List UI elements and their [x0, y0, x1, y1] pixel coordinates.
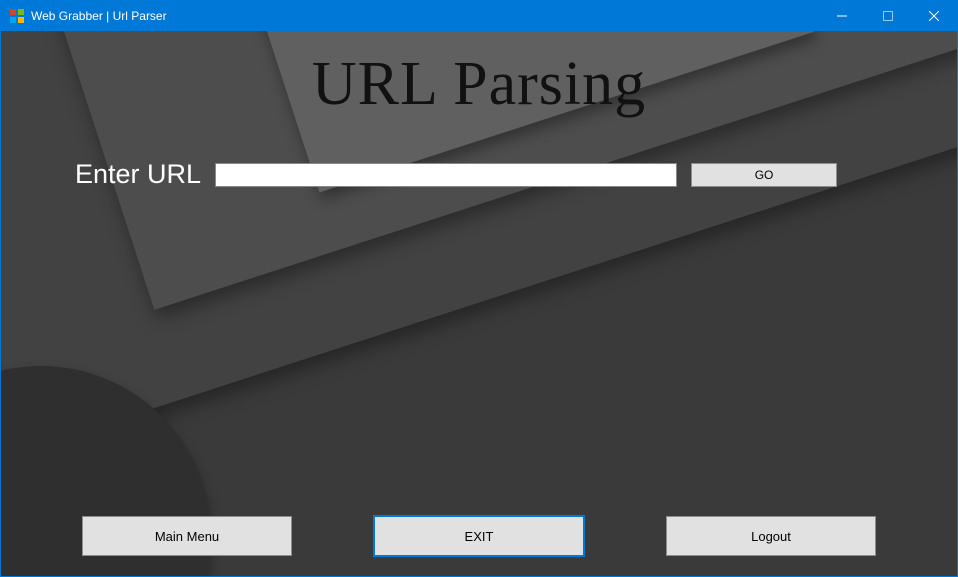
main-menu-button[interactable]: Main Menu: [82, 516, 292, 556]
url-label: Enter URL: [75, 159, 201, 190]
exit-button[interactable]: EXIT: [374, 516, 584, 556]
window-title: Web Grabber | Url Parser: [31, 9, 167, 23]
app-icon: [9, 8, 25, 24]
minimize-button[interactable]: [819, 1, 865, 31]
url-row: Enter URL GO: [75, 159, 837, 190]
titlebar: Web Grabber | Url Parser: [1, 1, 957, 31]
url-input[interactable]: [215, 163, 677, 187]
logout-button[interactable]: Logout: [666, 516, 876, 556]
go-button[interactable]: GO: [691, 163, 837, 187]
page-heading: URL Parsing: [1, 49, 957, 120]
maximize-button[interactable]: [865, 1, 911, 31]
close-button[interactable]: [911, 1, 957, 31]
bottom-button-row: Main Menu EXIT Logout: [1, 516, 957, 556]
client-area: URL Parsing Enter URL GO Main Menu EXIT …: [1, 31, 957, 576]
app-window: Web Grabber | Url Parser URL Parsing Ent…: [0, 0, 958, 577]
